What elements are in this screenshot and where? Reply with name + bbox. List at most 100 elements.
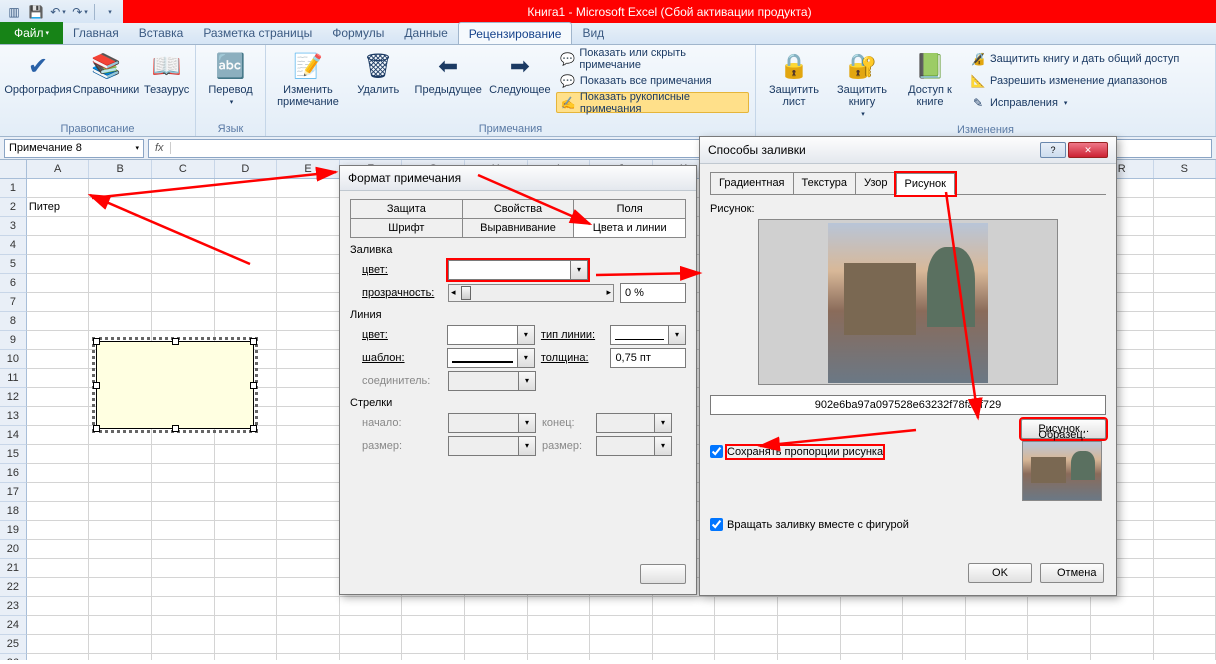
cell[interactable] bbox=[215, 502, 278, 521]
cell[interactable] bbox=[1154, 464, 1216, 483]
row-header[interactable]: 10 bbox=[0, 350, 27, 369]
cell[interactable] bbox=[152, 293, 215, 312]
cell[interactable] bbox=[277, 521, 340, 540]
cell[interactable] bbox=[89, 616, 152, 635]
cell[interactable] bbox=[27, 331, 90, 350]
file-tab[interactable]: Файл ▾ bbox=[0, 22, 63, 44]
resize-handle[interactable] bbox=[93, 382, 100, 389]
cell[interactable] bbox=[27, 635, 90, 654]
cell[interactable] bbox=[1154, 331, 1216, 350]
tab-pagelayout[interactable]: Разметка страницы bbox=[193, 22, 322, 44]
allow-ranges-button[interactable]: 📐Разрешить изменение диапазонов bbox=[966, 70, 1183, 91]
row-header[interactable]: 5 bbox=[0, 255, 27, 274]
cell[interactable] bbox=[778, 597, 841, 616]
combo-arrow-icon[interactable]: ▾ bbox=[517, 326, 534, 344]
row-header[interactable]: 18 bbox=[0, 502, 27, 521]
cell[interactable] bbox=[528, 635, 591, 654]
cell[interactable] bbox=[1154, 502, 1216, 521]
cell[interactable] bbox=[1154, 654, 1216, 660]
cell[interactable] bbox=[152, 540, 215, 559]
cell[interactable] bbox=[778, 635, 841, 654]
tab-alignment[interactable]: Выравнивание bbox=[463, 218, 575, 238]
line-color-combo[interactable]: ▾ bbox=[447, 325, 534, 345]
cell[interactable] bbox=[152, 274, 215, 293]
cell[interactable] bbox=[89, 179, 152, 198]
cell[interactable] bbox=[152, 559, 215, 578]
save-icon[interactable]: 💾 bbox=[26, 2, 46, 22]
cell[interactable] bbox=[402, 635, 465, 654]
cell[interactable] bbox=[778, 654, 841, 660]
cell[interactable] bbox=[27, 369, 90, 388]
cell[interactable] bbox=[590, 616, 653, 635]
cell[interactable] bbox=[277, 293, 340, 312]
cell[interactable] bbox=[340, 597, 403, 616]
cell[interactable] bbox=[715, 635, 778, 654]
cell[interactable] bbox=[215, 635, 278, 654]
spelling-button[interactable]: ✔Орфография bbox=[6, 48, 70, 98]
tab-font[interactable]: Шрифт bbox=[350, 218, 463, 238]
row-header[interactable]: 22 bbox=[0, 578, 27, 597]
cell[interactable] bbox=[277, 597, 340, 616]
cell[interactable] bbox=[277, 559, 340, 578]
cell[interactable] bbox=[277, 331, 340, 350]
resize-handle[interactable] bbox=[93, 425, 100, 432]
cell[interactable] bbox=[152, 521, 215, 540]
cell[interactable] bbox=[590, 597, 653, 616]
track-changes-button[interactable]: ✎Исправления▾ bbox=[966, 92, 1183, 113]
redo-icon[interactable]: ↷▾ bbox=[70, 2, 90, 22]
row-header[interactable]: 3 bbox=[0, 217, 27, 236]
cell[interactable] bbox=[340, 654, 403, 660]
cell[interactable] bbox=[465, 635, 528, 654]
row-header[interactable]: 9 bbox=[0, 331, 27, 350]
tab-formulas[interactable]: Формулы bbox=[322, 22, 394, 44]
cell[interactable] bbox=[465, 597, 528, 616]
cell[interactable] bbox=[966, 616, 1029, 635]
cancel-button[interactable]: Отмена bbox=[1040, 563, 1104, 583]
cell[interactable] bbox=[1154, 407, 1216, 426]
cell[interactable] bbox=[27, 312, 90, 331]
cell[interactable] bbox=[1154, 312, 1216, 331]
row-header[interactable]: 13 bbox=[0, 407, 27, 426]
cell[interactable] bbox=[1154, 198, 1216, 217]
cell[interactable] bbox=[1154, 236, 1216, 255]
cell[interactable] bbox=[528, 654, 591, 660]
cell[interactable] bbox=[1154, 540, 1216, 559]
row-header[interactable]: 6 bbox=[0, 274, 27, 293]
cell[interactable] bbox=[653, 597, 716, 616]
row-header[interactable]: 25 bbox=[0, 635, 27, 654]
cell[interactable] bbox=[1154, 521, 1216, 540]
cell[interactable] bbox=[590, 635, 653, 654]
translate-button[interactable]: 🔤Перевод▾ bbox=[202, 48, 259, 108]
row-header[interactable]: 7 bbox=[0, 293, 27, 312]
cell[interactable] bbox=[1154, 179, 1216, 198]
tab-home[interactable]: Главная bbox=[63, 22, 129, 44]
cell[interactable] bbox=[277, 445, 340, 464]
weight-value[interactable]: 0,75 пт bbox=[610, 348, 686, 368]
next-comment-button[interactable]: ➡Следующее bbox=[488, 48, 552, 98]
showhide-comment-button[interactable]: 💬Показать или скрыть примечание bbox=[556, 48, 749, 69]
cell[interactable] bbox=[152, 255, 215, 274]
combo-arrow-icon[interactable]: ▾ bbox=[517, 349, 534, 367]
close-icon[interactable]: ✕ bbox=[1068, 142, 1108, 158]
resize-handle[interactable] bbox=[250, 425, 257, 432]
cell[interactable] bbox=[215, 483, 278, 502]
cell[interactable] bbox=[89, 445, 152, 464]
pattern-combo[interactable]: ▾ bbox=[447, 348, 534, 368]
cell[interactable] bbox=[841, 597, 904, 616]
cell[interactable] bbox=[152, 312, 215, 331]
cell[interactable] bbox=[277, 255, 340, 274]
cell[interactable] bbox=[89, 483, 152, 502]
cell[interactable] bbox=[277, 540, 340, 559]
resize-handle[interactable] bbox=[93, 338, 100, 345]
resize-handle[interactable] bbox=[172, 338, 179, 345]
cell[interactable] bbox=[89, 312, 152, 331]
cell[interactable] bbox=[277, 312, 340, 331]
cell[interactable] bbox=[215, 464, 278, 483]
cell[interactable] bbox=[1028, 597, 1091, 616]
cell[interactable] bbox=[340, 635, 403, 654]
col-header[interactable]: B bbox=[89, 160, 152, 178]
cell[interactable] bbox=[215, 236, 278, 255]
fill-color-combo[interactable]: ▾ bbox=[448, 260, 588, 280]
cell[interactable] bbox=[903, 616, 966, 635]
col-header[interactable]: S bbox=[1154, 160, 1216, 178]
